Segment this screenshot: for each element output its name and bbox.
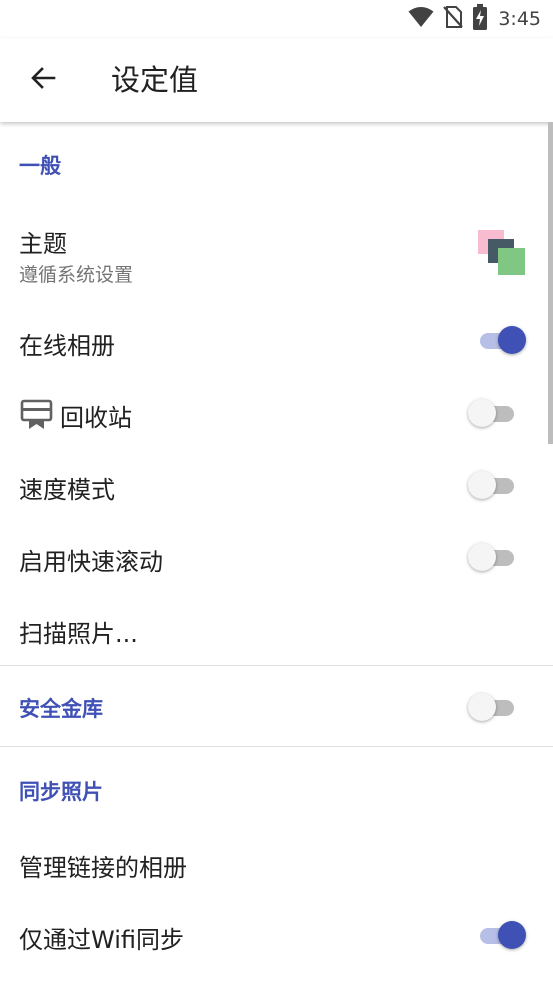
page-title: 设定值 [111,63,199,97]
divider [0,746,553,747]
settings-list[interactable]: 一般 主题 遵循系统设置 在线相册 回收站 速度模式 启用快速滚动 扫描照片..… [0,122,553,983]
setting-wifi-only-title: 仅通过Wifi同步 [19,926,184,954]
setting-fast-scroll-title: 启用快速滚动 [19,548,163,576]
recycle-bin-switch[interactable] [468,396,518,430]
app-bar: 设定值 [0,38,553,122]
back-button[interactable] [22,59,64,101]
setting-speed-mode-title: 速度模式 [19,476,115,504]
scrollbar[interactable] [548,122,553,444]
section-header-vault: 安全金库 [19,697,103,721]
setting-theme-summary: 遵循系统设置 [19,264,134,286]
theme-swatch-icon [478,230,526,276]
setting-manage-albums[interactable]: 管理链接的相册 [0,830,553,896]
setting-theme[interactable]: 主题 遵循系统设置 [0,208,553,294]
section-header-general: 一般 [19,154,61,178]
wifi-icon [408,6,434,32]
section-header-sync: 同步照片 [19,780,103,804]
arrow-back-icon [30,65,56,95]
no-sim-icon [442,5,464,33]
recycle-bin-icon [20,397,53,434]
speed-mode-switch[interactable] [468,468,518,502]
setting-wifi-only[interactable]: 仅通过Wifi同步 [0,902,553,968]
battery-charging-icon [472,4,488,34]
online-album-switch[interactable] [478,323,528,357]
status-bar: 3:45 [0,0,553,38]
status-time: 3:45 [498,8,541,30]
setting-online-album-title: 在线相册 [19,332,115,360]
vault-switch[interactable] [468,690,518,724]
setting-recycle-bin-title: 回收站 [60,404,132,432]
setting-scan-photos[interactable]: 扫描照片... [0,596,553,662]
setting-theme-title: 主题 [19,230,67,258]
wifi-only-switch[interactable] [478,918,528,952]
fast-scroll-switch[interactable] [468,540,518,574]
setting-scan-photos-title: 扫描照片... [19,620,138,648]
setting-online-album[interactable]: 在线相册 [0,308,553,374]
setting-manage-albums-title: 管理链接的相册 [19,854,187,882]
status-icons: 3:45 [408,4,541,34]
